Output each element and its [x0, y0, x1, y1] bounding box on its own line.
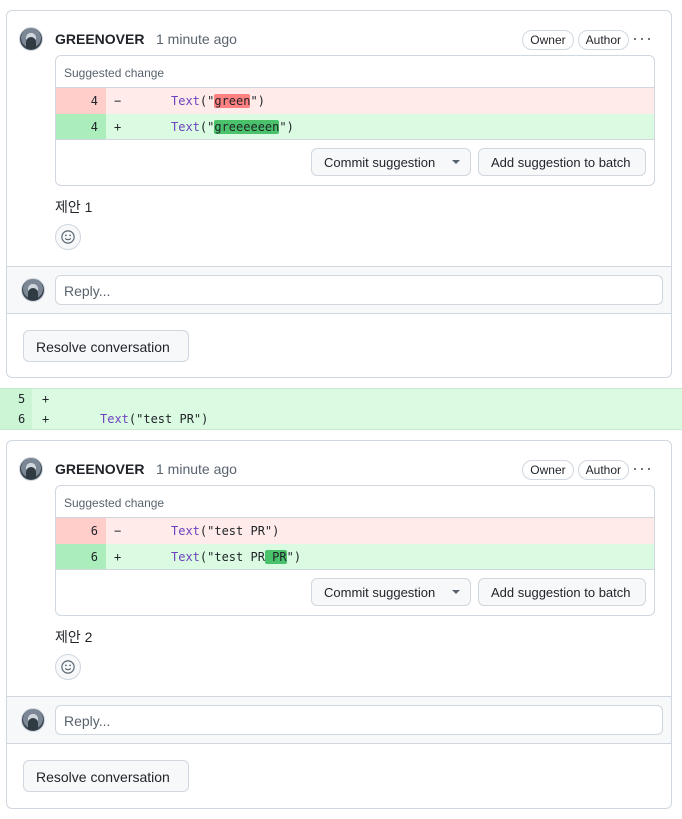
code-keyword: Text — [171, 550, 200, 564]
commit-suggestion-label: Commit suggestion — [324, 155, 436, 170]
smiley-icon — [61, 230, 75, 244]
resolve-conversation-button[interactable]: Resolve conversation — [23, 760, 189, 792]
line-number[interactable]: 5 — [0, 389, 32, 409]
diff-row: 6 + Text("test PR") — [0, 409, 682, 429]
triangle-down-icon[interactable] — [452, 590, 460, 594]
code-content: Text("green") — [171, 94, 265, 108]
line-number: 4 — [56, 88, 106, 114]
owner-badge: Owner — [522, 460, 574, 480]
line-number: 4 — [56, 114, 106, 140]
plus-sign: + — [42, 412, 50, 426]
add-reaction-button[interactable] — [55, 224, 81, 250]
resolve-conversation-button[interactable]: Resolve conversation — [23, 330, 189, 362]
suggested-change: Suggested change 4 − Text("green") 4 + T… — [55, 55, 655, 186]
added-highlight: PR — [264, 550, 287, 564]
comment-header: GREENOVER 1 minute ago Owner Author ··· — [19, 26, 659, 54]
code-text: ") — [279, 120, 294, 134]
author-badge: Author — [577, 460, 629, 480]
suggestion-actions: Commit suggestion Add suggestion to batc… — [56, 139, 654, 185]
commit-suggestion-button[interactable]: Commit suggestion — [311, 578, 471, 606]
comment-timestamp[interactable]: 1 minute ago — [156, 31, 237, 47]
author-name[interactable]: GREENOVER — [55, 461, 144, 477]
add-to-batch-button[interactable]: Add suggestion to batch — [478, 148, 646, 176]
deleted-line: 4 − Text("green") — [56, 88, 654, 114]
reply-bar: Reply... — [7, 696, 671, 744]
deleted-line: 6 − Text("test PR") — [56, 518, 654, 544]
add-to-batch-button[interactable]: Add suggestion to batch — [478, 578, 646, 606]
role-badges: Owner Author — [522, 460, 629, 480]
file-diff-additions: 5 + 6 + Text("test PR") — [0, 388, 682, 430]
reply-input[interactable]: Reply... — [55, 275, 663, 305]
suggestion-title: Suggested change — [56, 56, 654, 88]
deleted-highlight: green — [214, 94, 251, 108]
code-text: ("test PR — [199, 550, 265, 564]
comment-body: 제안 2 — [55, 629, 93, 645]
comment-timestamp[interactable]: 1 minute ago — [156, 461, 237, 477]
kebab-horizontal-icon[interactable]: ··· — [632, 28, 653, 49]
diff-row: 5 + — [0, 389, 682, 409]
code-text: (" — [199, 120, 215, 134]
added-line: 4 + Text("greeeeeen") — [56, 114, 654, 140]
line-number: 6 — [56, 544, 106, 570]
avatar[interactable] — [19, 457, 43, 481]
kebab-horizontal-icon[interactable]: ··· — [632, 458, 653, 479]
owner-badge: Owner — [522, 30, 574, 50]
line-number: 6 — [56, 518, 106, 544]
added-line: 6 + Text("test PR PR") — [56, 544, 654, 570]
suggestion-actions: Commit suggestion Add suggestion to batc… — [56, 569, 654, 615]
code-content: Text("test PR PR") — [171, 550, 301, 564]
avatar — [21, 278, 45, 302]
code-text: ("test PR") — [128, 412, 209, 426]
code-text: ("test PR") — [199, 524, 280, 538]
avatar[interactable] — [19, 27, 43, 51]
code-keyword: Text — [171, 120, 200, 134]
triangle-down-icon[interactable] — [452, 160, 460, 164]
minus-sign: − — [114, 524, 122, 538]
code-content: Text("test PR") — [171, 524, 279, 538]
reply-bar: Reply... — [7, 266, 671, 314]
commit-suggestion-label: Commit suggestion — [324, 585, 436, 600]
role-badges: Owner Author — [522, 30, 629, 50]
plus-sign: + — [114, 120, 122, 134]
review-thread: GREENOVER 1 minute ago Owner Author ··· … — [6, 440, 672, 809]
commit-suggestion-button[interactable]: Commit suggestion — [311, 148, 471, 176]
plus-sign: + — [42, 392, 50, 406]
review-thread: GREENOVER 1 minute ago Owner Author ··· … — [6, 10, 672, 378]
comment-body: 제안 1 — [55, 199, 93, 215]
avatar — [21, 708, 45, 732]
code-keyword: Text — [100, 412, 129, 426]
code-content: Text("test PR") — [100, 412, 208, 426]
suggestion-title: Suggested change — [56, 486, 654, 518]
added-highlight: greeeeeen — [214, 120, 280, 134]
code-content: Text("greeeeeen") — [171, 120, 294, 134]
reply-input[interactable]: Reply... — [55, 705, 663, 735]
suggested-change: Suggested change 6 − Text("test PR") 6 +… — [55, 485, 655, 616]
minus-sign: − — [114, 94, 122, 108]
code-keyword: Text — [171, 524, 200, 538]
add-reaction-button[interactable] — [55, 654, 81, 680]
line-number[interactable]: 6 — [0, 409, 32, 429]
code-keyword: Text — [171, 94, 200, 108]
author-badge: Author — [577, 30, 629, 50]
plus-sign: + — [114, 550, 122, 564]
code-text: ") — [286, 550, 302, 564]
code-text: ") — [250, 94, 265, 108]
code-text: (" — [199, 94, 215, 108]
author-name[interactable]: GREENOVER — [55, 31, 144, 47]
smiley-icon — [61, 660, 75, 674]
comment-header: GREENOVER 1 minute ago Owner Author ··· — [19, 456, 659, 484]
